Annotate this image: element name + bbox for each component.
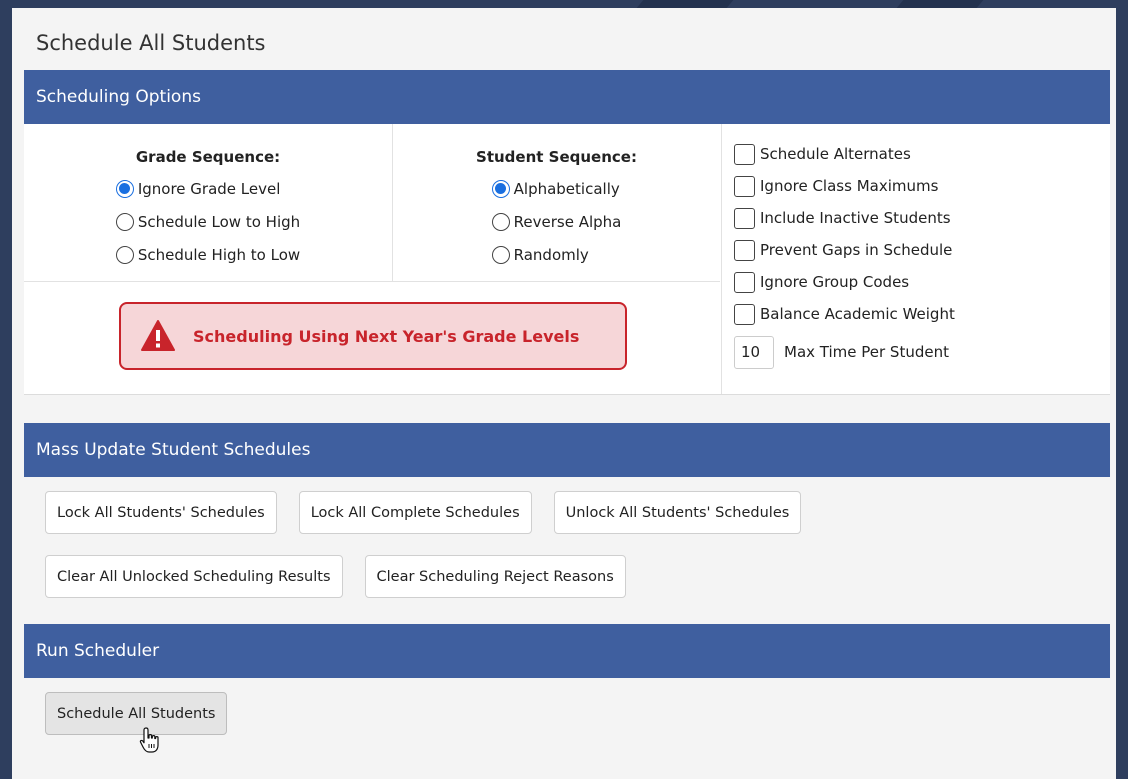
radio-label: Ignore Grade Level — [137, 179, 281, 198]
radio-label: Schedule High to Low — [137, 245, 301, 264]
hand-pointer-icon — [139, 727, 159, 753]
scheduling-checkboxes: Schedule Alternates Ignore Class Maximum… — [721, 124, 1110, 394]
grade-sequence-title: Grade Sequence: — [135, 148, 281, 166]
max-time-row: Max Time Per Student — [734, 332, 1110, 372]
unlock-all-students-schedules-button[interactable]: Unlock All Students' Schedules — [553, 491, 802, 534]
checkbox-icon[interactable] — [734, 303, 755, 325]
student-sequence-group: Student Sequence: Alphabetically Reverse… — [393, 124, 720, 281]
checkbox-icon[interactable] — [734, 143, 755, 165]
warning-triangle-icon — [141, 320, 175, 351]
radio-schedule-high-to-low[interactable]: Schedule High to Low — [115, 238, 301, 271]
checkbox-ignore-class-maximums[interactable]: Ignore Class Maximums — [734, 170, 1110, 202]
checkbox-label: Prevent Gaps in Schedule — [760, 241, 953, 259]
clear-reject-reasons-button[interactable]: Clear Scheduling Reject Reasons — [364, 555, 626, 598]
radio-unselected-icon[interactable] — [115, 245, 134, 264]
mass-update-header: Mass Update Student Schedules — [24, 423, 1110, 477]
schedule-panel: Schedule All Students Scheduling Options… — [12, 8, 1116, 779]
checkbox-icon[interactable] — [734, 175, 755, 197]
clear-unlocked-results-button[interactable]: Clear All Unlocked Scheduling Results — [45, 555, 343, 598]
checkbox-ignore-group-codes[interactable]: Ignore Group Codes — [734, 266, 1110, 298]
divider — [24, 281, 720, 282]
scheduling-options-header: Scheduling Options — [24, 70, 1110, 124]
checkbox-icon[interactable] — [734, 207, 755, 229]
checkbox-balance-academic-weight[interactable]: Balance Academic Weight — [734, 298, 1110, 330]
radio-randomly[interactable]: Randomly — [491, 238, 622, 271]
checkbox-prevent-gaps[interactable]: Prevent Gaps in Schedule — [734, 234, 1110, 266]
scheduling-options-body: Grade Sequence: Ignore Grade Level Sched… — [24, 124, 1110, 395]
radio-ignore-grade-level[interactable]: Ignore Grade Level — [115, 172, 300, 205]
radio-unselected-icon[interactable] — [491, 245, 510, 264]
radio-label: Randomly — [513, 245, 589, 264]
radio-selected-icon[interactable] — [491, 179, 510, 198]
mass-update-buttons: Lock All Students' Schedules Lock All Co… — [24, 477, 1110, 598]
radio-label: Alphabetically — [513, 179, 620, 198]
warning-text: Scheduling Using Next Year's Grade Level… — [193, 326, 580, 346]
lock-all-students-schedules-button[interactable]: Lock All Students' Schedules — [45, 491, 277, 534]
radio-unselected-icon[interactable] — [491, 212, 510, 231]
student-sequence-title: Student Sequence: — [476, 148, 637, 166]
checkbox-icon[interactable] — [734, 271, 755, 293]
checkbox-schedule-alternates[interactable]: Schedule Alternates — [734, 138, 1110, 170]
run-scheduler-header: Run Scheduler — [24, 624, 1110, 678]
max-time-input[interactable] — [734, 335, 774, 369]
run-scheduler-area: Schedule All Students — [24, 678, 1110, 735]
grade-sequence-group: Grade Sequence: Ignore Grade Level Sched… — [24, 124, 393, 281]
radio-schedule-low-to-high[interactable]: Schedule Low to High — [115, 205, 301, 238]
checkbox-label: Ignore Group Codes — [760, 273, 910, 291]
schedule-all-students-button[interactable]: Schedule All Students — [45, 692, 228, 735]
checkbox-label: Schedule Alternates — [760, 145, 911, 163]
radio-label: Schedule Low to High — [137, 212, 301, 231]
radio-unselected-icon[interactable] — [115, 212, 134, 231]
checkbox-label: Include Inactive Students — [760, 209, 951, 227]
radio-alphabetically[interactable]: Alphabetically — [491, 172, 622, 205]
checkbox-include-inactive-students[interactable]: Include Inactive Students — [734, 202, 1110, 234]
radio-selected-icon[interactable] — [115, 179, 134, 198]
warning-banner: Scheduling Using Next Year's Grade Level… — [119, 302, 627, 370]
radio-label: Reverse Alpha — [513, 212, 622, 231]
checkbox-label: Ignore Class Maximums — [760, 177, 939, 195]
radio-reverse-alpha[interactable]: Reverse Alpha — [491, 205, 622, 238]
lock-all-complete-schedules-button[interactable]: Lock All Complete Schedules — [298, 491, 532, 534]
page-title: Schedule All Students — [36, 31, 266, 55]
max-time-label: Max Time Per Student — [784, 343, 949, 361]
checkbox-icon[interactable] — [734, 239, 755, 261]
checkbox-label: Balance Academic Weight — [760, 305, 955, 323]
background-decoration — [636, 0, 734, 8]
background-decoration — [896, 0, 984, 8]
